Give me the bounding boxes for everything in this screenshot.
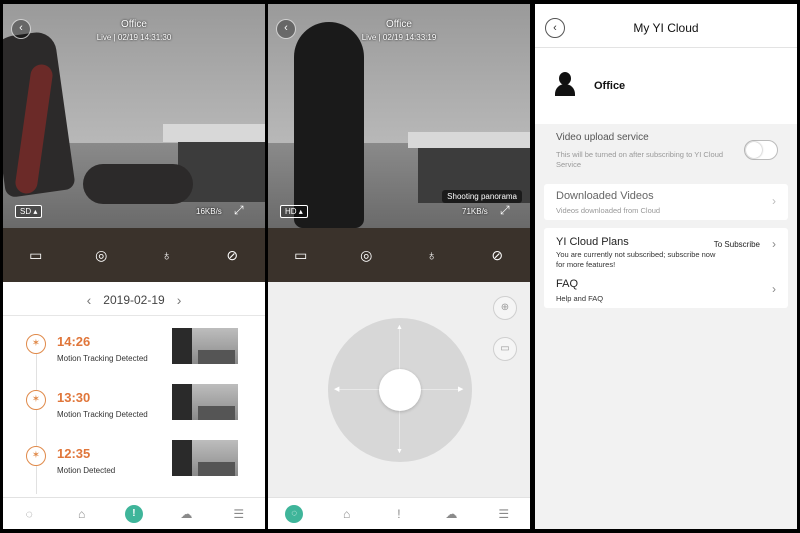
microphone-icon[interactable]: ♁ (155, 247, 179, 263)
snapshot-icon[interactable]: ◎ (354, 247, 378, 264)
video-chair-seat (83, 164, 193, 204)
home-tab-icon[interactable]: ◌ (20, 505, 38, 523)
alert-tab-icon[interactable]: ! (124, 504, 143, 523)
event-item[interactable]: ✶ 13:30 Motion Tracking Detected (3, 384, 265, 430)
expand-icon[interactable]: ⤢ (234, 203, 244, 218)
live-video[interactable]: ‹ Office Live | 02/19 14:31:30 SD ▴ 16KB… (3, 4, 265, 228)
control-bar: ▭ ◎ ♁ ⊘ (268, 228, 530, 282)
panorama-label: Shooting panorama (442, 190, 522, 203)
cloud-upload-tab-icon[interactable]: ☁ (442, 505, 460, 523)
quality-selector[interactable]: SD ▴ (15, 205, 43, 218)
date-label: 2019-02-19 (103, 292, 165, 307)
pan-down-icon[interactable]: ▼ (396, 448, 403, 455)
cloud-header: ‹ My YI Cloud (535, 4, 797, 48)
motion-icon: ✶ (26, 390, 46, 410)
page-title: My YI Cloud (633, 21, 699, 35)
video-desk (408, 132, 530, 148)
faq-row[interactable]: FAQ Help and FAQ › (544, 274, 788, 308)
subscribe-link[interactable]: To Subscribe (714, 240, 760, 249)
live-status: Live | 02/19 14:31:30 (96, 33, 172, 42)
plans-desc: You are currently not subscribed; subscr… (556, 250, 716, 269)
bitrate: 16KB/s (196, 207, 222, 216)
event-thumbnail[interactable] (172, 440, 238, 476)
settings-tab-icon[interactable]: ☰ (495, 505, 513, 523)
screen-ptz: ‹ Office Live | 02/19 14:33:19 Shooting … (268, 4, 530, 529)
video-upload-title: Video upload service (556, 132, 649, 143)
faq-desc: Help and FAQ (556, 294, 604, 303)
chevron-right-icon: › (772, 282, 776, 296)
mute-icon[interactable]: ⊘ (485, 247, 509, 264)
downloaded-title: Downloaded Videos (556, 190, 654, 202)
tab-bar: ◌ ⌂ ! ☁ ☰ (268, 497, 530, 529)
event-item[interactable]: ✶ 12:35 Motion Detected (3, 440, 265, 486)
pan-right-icon[interactable]: ▶ (458, 385, 463, 393)
profile-section: Office (535, 48, 797, 124)
settings-tab-icon[interactable]: ☰ (230, 505, 248, 523)
camera-name: Office (386, 19, 412, 30)
live-status: Live | 02/19 14:33:19 (361, 33, 437, 42)
gallery-icon[interactable]: ▭ (493, 337, 517, 361)
pan-up-icon[interactable]: ▲ (396, 324, 403, 331)
event-time: 14:26 (57, 334, 91, 349)
screen-live-events: ‹ Office Live | 02/19 14:31:30 SD ▴ 16KB… (3, 4, 265, 529)
motion-icon: ✶ (26, 446, 46, 466)
ptz-joystick[interactable]: ▲ ▼ ◀ ▶ (328, 318, 472, 462)
live-video[interactable]: ‹ Office Live | 02/19 14:33:19 Shooting … (268, 4, 530, 228)
bookmark-tab-icon[interactable]: ⌂ (73, 505, 91, 523)
event-item[interactable]: ✶ 14:26 Motion Tracking Detected (3, 328, 265, 374)
quality-selector[interactable]: HD ▴ (280, 205, 308, 218)
event-time: 12:35 (57, 446, 91, 461)
event-label: Motion Tracking Detected (57, 410, 148, 419)
plans-title: YI Cloud Plans (556, 236, 629, 248)
cloud-upload-tab-icon[interactable]: ☁ (177, 505, 195, 523)
person-icon (555, 72, 575, 96)
video-desk (163, 124, 265, 142)
event-thumbnail[interactable] (172, 328, 238, 364)
chevron-right-icon: › (772, 194, 776, 208)
event-label: Motion Detected (57, 466, 116, 475)
mute-icon[interactable]: ⊘ (220, 247, 244, 264)
video-desk-body (178, 142, 265, 202)
home-tab-icon[interactable]: ◌ (285, 504, 304, 523)
tab-bar: ◌ ⌂ ! ☁ ☰ (3, 497, 265, 529)
snapshot-icon[interactable]: ◎ (89, 247, 113, 264)
cloud-plans-row[interactable]: YI Cloud Plans To Subscribe › You are cu… (544, 228, 788, 272)
camera-name: Office (121, 19, 147, 30)
motion-icon: ✶ (26, 334, 46, 354)
screen-cloud: ‹ My YI Cloud Office Video upload servic… (535, 4, 797, 529)
downloaded-desc: Videos downloaded from Cloud (556, 206, 661, 215)
video-upload-desc: This will be turned on after subscribing… (556, 150, 724, 169)
video-upload-toggle[interactable] (744, 140, 778, 160)
record-video-icon[interactable]: ▭ (24, 247, 48, 264)
next-date-icon[interactable]: › (177, 292, 182, 308)
bookmark-tab-icon[interactable]: ⌂ (338, 505, 356, 523)
video-upload-card: Video upload service This will be turned… (544, 128, 788, 178)
microphone-icon[interactable]: ♁ (420, 247, 444, 263)
chevron-right-icon: › (772, 237, 776, 251)
event-thumbnail[interactable] (172, 384, 238, 420)
faq-title: FAQ (556, 278, 579, 290)
control-bar: ▭ ◎ ♁ ⊘ (3, 228, 265, 282)
joystick-knob[interactable] (379, 369, 421, 411)
prev-date-icon[interactable]: ‹ (87, 292, 92, 308)
alert-tab-icon[interactable]: ! (390, 505, 408, 523)
event-time: 13:30 (57, 390, 91, 405)
video-person (294, 22, 364, 228)
profile-name: Office (594, 80, 626, 92)
event-label: Motion Tracking Detected (57, 354, 148, 363)
date-navigator: ‹ 2019-02-19 › (3, 284, 265, 316)
expand-icon[interactable]: ⤢ (500, 203, 510, 218)
pan-left-icon[interactable]: ◀ (334, 385, 339, 393)
downloaded-videos-card[interactable]: Downloaded Videos Videos downloaded from… (544, 184, 788, 220)
bitrate: 71KB/s (462, 207, 488, 216)
cloud-options-card: YI Cloud Plans To Subscribe › You are cu… (544, 228, 788, 308)
panorama-icon[interactable]: ⊕ (493, 296, 517, 320)
record-video-icon[interactable]: ▭ (289, 247, 313, 264)
